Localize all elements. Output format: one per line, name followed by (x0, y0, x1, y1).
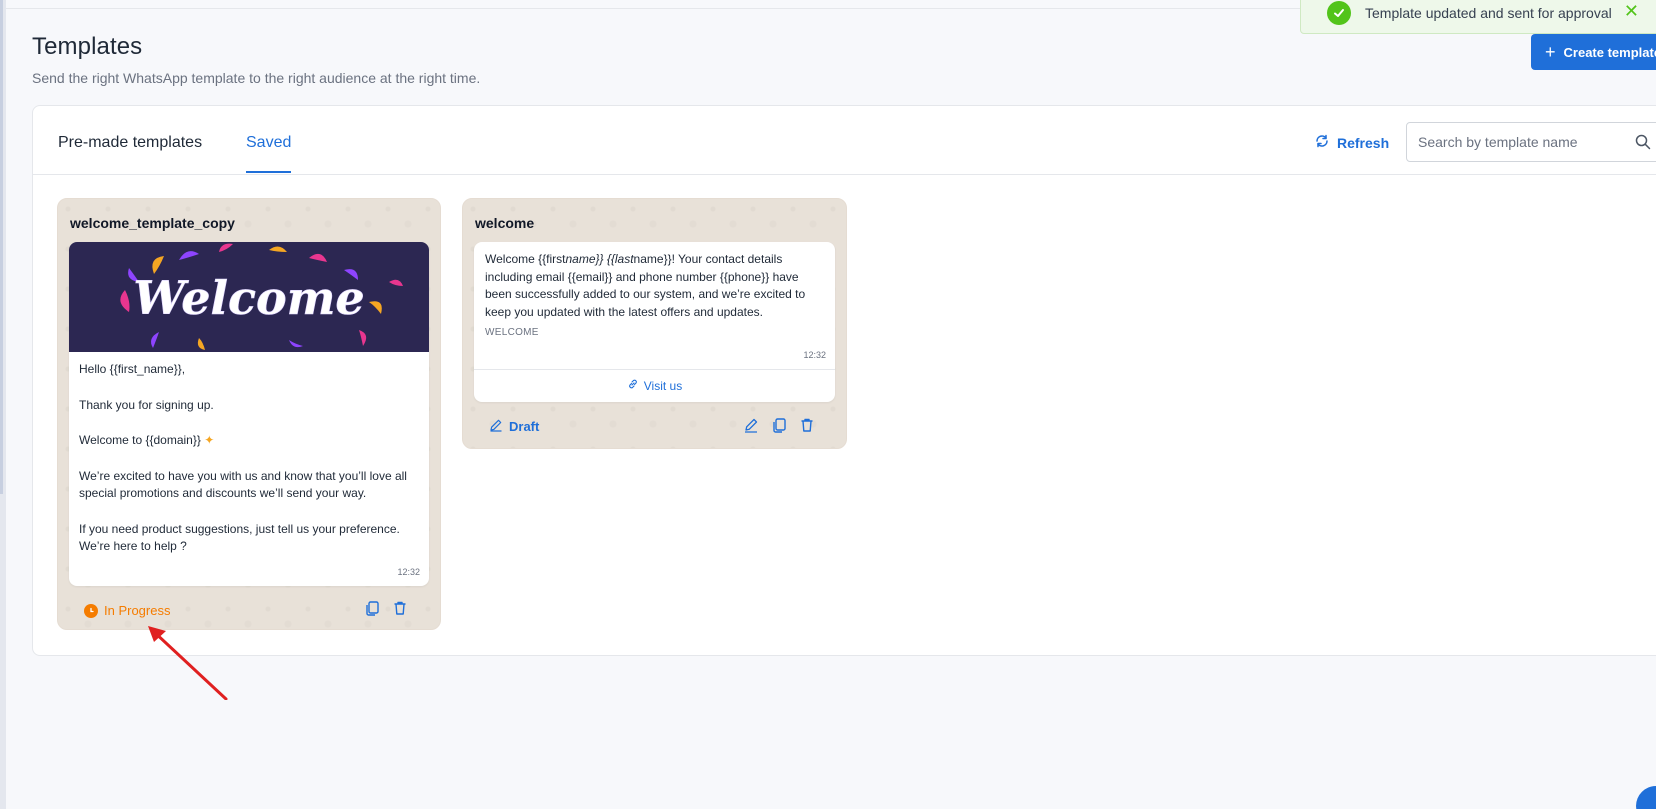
link-icon (627, 378, 639, 393)
welcome-image-text: Welcome (133, 271, 364, 325)
visit-us-label: Visit us (643, 378, 683, 393)
sparkles-icon: ✦ (204, 433, 215, 447)
card-actions (743, 417, 815, 438)
card-actions (364, 600, 408, 621)
create-template-button[interactable]: + Create template (1531, 34, 1656, 70)
bubble-divider (474, 369, 835, 370)
toast-message: Template updated and sent for approval (1365, 5, 1612, 21)
template-name: welcome_template_copy (70, 215, 235, 231)
help-launcher-button[interactable] (1636, 786, 1656, 809)
template-card-welcome[interactable]: welcome Welcome {{firstname}} {{lastname… (462, 198, 847, 449)
message-bubble: Welcome Hello {{first_name}}, Thank you … (69, 242, 429, 586)
annotation-arrow (148, 626, 228, 700)
message-body: Welcome {{firstname}} {{lastname}}! Your… (485, 252, 806, 319)
trash-icon[interactable] (392, 600, 408, 621)
plus-icon: + (1545, 42, 1556, 62)
tab-premade-templates[interactable]: Pre-made templates (58, 134, 202, 171)
refresh-label: Refresh (1337, 134, 1390, 151)
tab-saved[interactable]: Saved (246, 134, 292, 173)
trash-icon[interactable] (799, 417, 815, 438)
tabs-bar: Pre-made templates Saved Refresh (33, 106, 1656, 175)
draft-label: Draft (509, 419, 540, 434)
copy-icon[interactable] (364, 600, 380, 621)
refresh-icon (1315, 134, 1329, 151)
message-line: If you need product suggestions, just te… (79, 521, 400, 554)
message-time: 12:32 (803, 350, 826, 360)
check-circle-icon (1327, 1, 1351, 25)
page-subtitle: Send the right WhatsApp template to the … (32, 70, 481, 86)
message-time: 12:32 (397, 567, 420, 577)
message-line: Thank you for signing up. (79, 397, 214, 412)
message-line: Welcome to {{domain}} ✦ (79, 433, 215, 447)
message-line: Hello {{first_name}}, (79, 362, 186, 376)
success-toast: Template updated and sent for approval ✕ (1300, 0, 1656, 34)
message-footer: WELCOME (485, 327, 539, 338)
welcome-header-image: Welcome (69, 242, 429, 352)
pencil-icon (489, 418, 503, 435)
refresh-button[interactable]: Refresh (1315, 134, 1389, 151)
copy-icon[interactable] (771, 417, 787, 438)
create-template-label: Create template (1563, 44, 1656, 60)
message-line: We’re excited to have you with us and kn… (79, 468, 407, 501)
template-name: welcome (475, 215, 535, 231)
message-bubble: Welcome {{firstname}} {{lastname}}! Your… (474, 242, 835, 402)
template-card-welcome-template-copy[interactable]: welcome_template_copy Welcome Hello {{fi… (57, 198, 441, 630)
edit-icon[interactable] (743, 417, 759, 438)
page-title: Templates (32, 33, 143, 60)
search-input[interactable] (1407, 123, 1656, 161)
status-badge: In Progress (84, 603, 170, 618)
message-body: Hello {{first_name}}, Thank you for sign… (79, 361, 419, 556)
visit-us-button[interactable]: Visit us (474, 378, 835, 393)
clock-icon (84, 603, 98, 618)
status-label: In Progress (104, 603, 171, 618)
search-box (1406, 122, 1656, 162)
search-icon[interactable] (1635, 134, 1651, 155)
draft-badge[interactable]: Draft (489, 418, 539, 435)
left-sidebar-scroll-thumb[interactable] (0, 0, 3, 494)
close-icon[interactable]: ✕ (1624, 1, 1639, 22)
